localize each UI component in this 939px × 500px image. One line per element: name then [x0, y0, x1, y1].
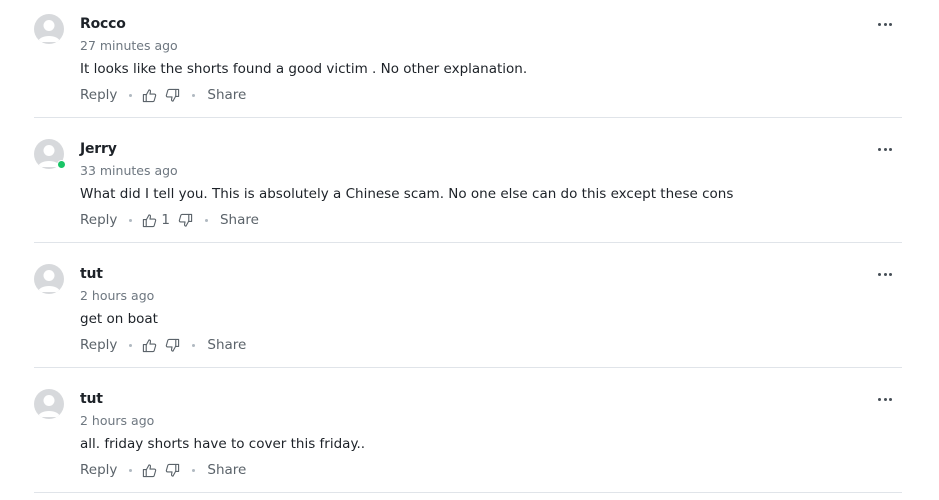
comment-text: all. friday shorts have to cover this fr… — [80, 436, 366, 452]
comment-text: What did I tell you. This is absolutely … — [80, 186, 734, 202]
comment-item: tut 2 hours ago all. friday shorts have … — [0, 375, 939, 500]
thumbs-down-button[interactable] — [178, 213, 193, 228]
comment-timestamp: 2 hours ago — [80, 413, 155, 428]
comment-item: Rocco 27 minutes ago It looks like the s… — [0, 0, 939, 125]
separator-dot — [204, 218, 208, 222]
reply-button[interactable]: Reply — [80, 212, 117, 228]
thumbs-down-icon — [166, 338, 180, 352]
share-button[interactable]: Share — [207, 337, 246, 353]
thumbs-up-button[interactable] — [142, 463, 157, 478]
thumbs-up-icon — [143, 213, 157, 227]
comment-author[interactable]: tut — [80, 266, 103, 282]
thumbs-down-button[interactable] — [165, 463, 180, 478]
comment-divider — [34, 367, 902, 368]
share-button[interactable]: Share — [207, 462, 246, 478]
comment-text: get on boat — [80, 311, 158, 327]
separator-dot — [129, 93, 133, 97]
default-user-avatar-icon[interactable] — [34, 14, 64, 44]
default-user-avatar-icon[interactable] — [34, 264, 64, 294]
comment-timestamp: 2 hours ago — [80, 288, 155, 303]
comment-divider — [34, 492, 902, 493]
online-status-indicator — [57, 160, 66, 169]
upvote-count: 1 — [161, 212, 170, 228]
more-options-icon[interactable] — [878, 19, 892, 29]
thumbs-up-icon — [143, 463, 157, 477]
thumbs-up-icon — [143, 338, 157, 352]
reply-button[interactable]: Reply — [80, 87, 117, 103]
share-button[interactable]: Share — [220, 212, 259, 228]
share-button[interactable]: Share — [207, 87, 246, 103]
thumbs-down-icon — [178, 213, 193, 227]
comment-author[interactable]: Jerry — [80, 141, 117, 157]
comment-actions: Reply Share — [80, 461, 246, 479]
comment-author[interactable]: tut — [80, 391, 103, 407]
comment-divider — [34, 117, 902, 118]
separator-dot — [192, 343, 196, 347]
separator-dot — [192, 468, 196, 472]
comment-item: tut 2 hours ago get on boat Reply Share — [0, 250, 939, 375]
thumbs-down-icon — [166, 463, 180, 477]
comment-divider — [34, 242, 902, 243]
default-user-avatar-icon[interactable] — [34, 389, 64, 419]
separator-dot — [129, 343, 133, 347]
thumbs-up-button[interactable]: 1 — [142, 212, 170, 228]
comment-timestamp: 27 minutes ago — [80, 38, 178, 53]
more-options-icon[interactable] — [878, 144, 892, 154]
comment-item: Jerry 33 minutes ago What did I tell you… — [0, 125, 939, 250]
comment-timestamp: 33 minutes ago — [80, 163, 178, 178]
separator-dot — [129, 468, 133, 472]
comment-actions: Reply Share — [80, 336, 246, 354]
thumbs-down-button[interactable] — [165, 88, 180, 103]
comment-list: Rocco 27 minutes ago It looks like the s… — [0, 0, 939, 497]
reply-button[interactable]: Reply — [80, 462, 117, 478]
more-options-icon[interactable] — [878, 394, 892, 404]
thumbs-up-button[interactable] — [142, 338, 157, 353]
comment-text: It looks like the shorts found a good vi… — [80, 61, 528, 77]
thumbs-down-icon — [166, 88, 180, 102]
comment-author[interactable]: Rocco — [80, 16, 126, 32]
reply-button[interactable]: Reply — [80, 337, 117, 353]
separator-dot — [192, 93, 196, 97]
separator-dot — [129, 218, 133, 222]
thumbs-up-button[interactable] — [142, 88, 157, 103]
thumbs-down-button[interactable] — [165, 338, 180, 353]
comment-actions: Reply Share — [80, 86, 246, 104]
more-options-icon[interactable] — [878, 269, 892, 279]
comment-actions: Reply 1 Share — [80, 211, 259, 229]
thumbs-up-icon — [143, 88, 157, 102]
